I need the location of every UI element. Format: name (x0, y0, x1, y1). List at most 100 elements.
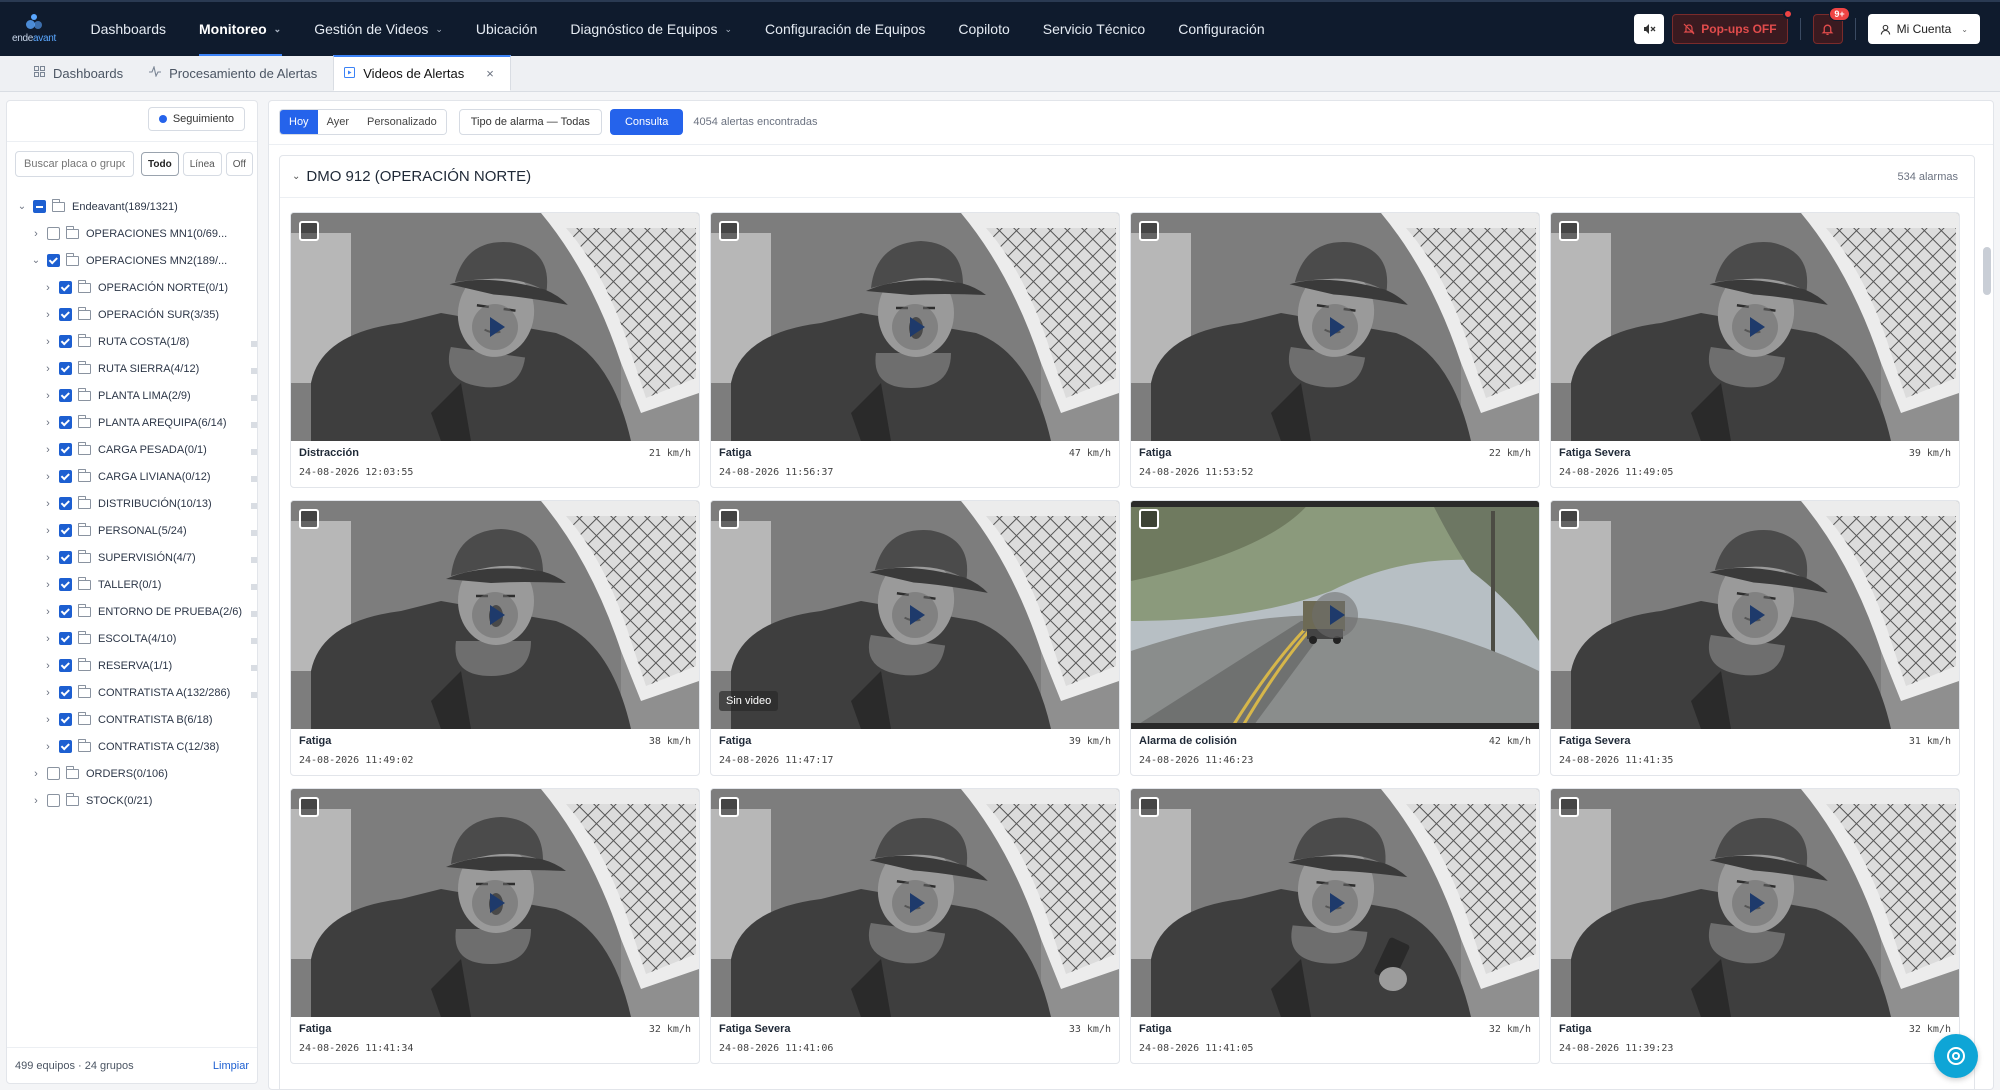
video-thumbnail[interactable] (291, 213, 699, 441)
tree-node-checkbox[interactable] (33, 200, 46, 213)
clear-selection-button[interactable]: Limpiar (213, 1060, 249, 1072)
select-checkbox[interactable] (1139, 797, 1159, 817)
play-icon[interactable] (1312, 880, 1358, 926)
vehicle-search-input[interactable] (15, 151, 134, 177)
tree-node[interactable]: › CONTRATISTA A(132/286) (7, 679, 253, 706)
tree-node-checkbox[interactable] (59, 578, 72, 591)
chevron-right-icon[interactable]: › (43, 498, 53, 510)
play-icon[interactable] (892, 304, 938, 350)
chevron-right-icon[interactable]: › (31, 228, 41, 240)
tree-node-checkbox[interactable] (47, 254, 60, 267)
select-checkbox[interactable] (719, 797, 739, 817)
nav-item-gestion-de-videos[interactable]: Gestión de Videos ⌄ (298, 2, 460, 56)
select-checkbox[interactable] (299, 509, 319, 529)
chevron-right-icon[interactable]: › (43, 390, 53, 402)
select-checkbox[interactable] (719, 509, 739, 529)
tree-node-checkbox[interactable] (47, 767, 60, 780)
alert-video-card[interactable]: Fatiga 32 km/h 24-08-2026 11:41:05 (1130, 788, 1540, 1064)
play-icon[interactable] (1732, 880, 1778, 926)
tree-node-checkbox[interactable] (59, 524, 72, 537)
tree-node-checkbox[interactable] (59, 686, 72, 699)
select-checkbox[interactable] (299, 221, 319, 241)
chevron-right-icon[interactable]: › (43, 417, 53, 429)
tree-node-checkbox[interactable] (59, 605, 72, 618)
select-checkbox[interactable] (1559, 509, 1579, 529)
chevron-right-icon[interactable]: › (43, 633, 53, 645)
alarm-type-select[interactable]: Tipo de alarma — Todas (458, 109, 602, 135)
chevron-right-icon[interactable]: › (43, 579, 53, 591)
filter-todo[interactable]: Todo (141, 152, 179, 176)
video-thumbnail[interactable] (711, 789, 1119, 1017)
tree-node[interactable]: › RESERVA(1/1) (7, 652, 253, 679)
tab-dashboards[interactable]: Dashboards (24, 55, 139, 91)
play-icon[interactable] (892, 880, 938, 926)
chevron-right-icon[interactable]: › (43, 309, 53, 321)
tree-node[interactable]: › PERSONAL(5/24) (7, 517, 253, 544)
tree-node[interactable]: › ORDERS(0/106) (7, 760, 253, 787)
tree-node-checkbox[interactable] (59, 416, 72, 429)
tree-node-checkbox[interactable] (59, 740, 72, 753)
play-icon[interactable] (472, 304, 518, 350)
tree-node-checkbox[interactable] (59, 713, 72, 726)
chevron-right-icon[interactable]: › (43, 471, 53, 483)
alert-video-card[interactable]: Distracción 21 km/h 24-08-2026 12:03:55 (290, 212, 700, 488)
play-icon[interactable] (472, 592, 518, 638)
tree-node-checkbox[interactable] (59, 281, 72, 294)
play-icon[interactable] (1732, 592, 1778, 638)
select-checkbox[interactable] (1559, 221, 1579, 241)
alert-video-card[interactable]: Fatiga Severa 31 km/h 24-08-2026 11:41:35 (1550, 500, 1960, 776)
query-button[interactable]: Consulta (609, 109, 684, 135)
video-thumbnail[interactable] (291, 789, 699, 1017)
tree-node-checkbox[interactable] (59, 551, 72, 564)
close-icon[interactable]: × (486, 66, 494, 81)
alert-video-card[interactable]: Fatiga 32 km/h 24-08-2026 11:41:34 (290, 788, 700, 1064)
chevron-right-icon[interactable]: › (43, 714, 53, 726)
tree-node[interactable]: › PLANTA AREQUIPA(6/14) (7, 409, 253, 436)
chevron-right-icon[interactable]: › (43, 525, 53, 537)
range-hoy[interactable]: Hoy (280, 110, 318, 134)
select-checkbox[interactable] (1139, 221, 1159, 241)
tree-node-checkbox[interactable] (59, 308, 72, 321)
tab-procesamiento-de-alertas[interactable]: Procesamiento de Alertas (139, 55, 333, 91)
chevron-right-icon[interactable]: › (43, 282, 53, 294)
account-menu-button[interactable]: Mi Cuenta ⌄ (1867, 14, 1980, 44)
tree-node[interactable]: › CONTRATISTA B(6/18) (7, 706, 253, 733)
range-ayer[interactable]: Ayer (317, 110, 358, 134)
tree-node[interactable]: › CONTRATISTA C(12/38) (7, 733, 253, 760)
tree-node[interactable]: › RUTA SIERRA(4/12) (7, 355, 253, 382)
tree-node-checkbox[interactable] (59, 470, 72, 483)
nav-item-dashboards[interactable]: Dashboards (74, 2, 183, 56)
video-thumbnail[interactable] (1131, 213, 1539, 441)
chevron-right-icon[interactable]: › (43, 660, 53, 672)
filter-linea[interactable]: Línea (182, 152, 222, 176)
video-thumbnail[interactable]: Sin video (711, 501, 1119, 729)
tree-node-checkbox[interactable] (59, 659, 72, 672)
tree-node[interactable]: › ESCOLTA(4/10) (7, 625, 253, 652)
tree-scrollbar[interactable] (251, 341, 257, 719)
tree-node[interactable]: › RUTA COSTA(1/8) (7, 328, 253, 355)
tree-node[interactable]: › STOCK(0/21) (7, 787, 253, 814)
tree-node[interactable]: › OPERACIÓN NORTE(0/1) (7, 274, 253, 301)
tab-videos-de-alertas[interactable]: Videos de Alertas × (333, 55, 511, 91)
chevron-down-icon[interactable]: ⌄ (31, 255, 41, 266)
group-header[interactable]: ⌄ DMO 912 (OPERACIÓN NORTE) 534 alarmas (280, 156, 1974, 198)
play-icon[interactable] (1732, 304, 1778, 350)
popups-toggle-button[interactable]: Pop-ups OFF (1672, 9, 1793, 44)
tree-node-checkbox[interactable] (59, 335, 72, 348)
tree-node[interactable]: › CARGA LIVIANA(0/12) (7, 463, 253, 490)
select-checkbox[interactable] (719, 221, 739, 241)
tree-node-checkbox[interactable] (59, 497, 72, 510)
range-personalizado[interactable]: Personalizado (357, 110, 446, 134)
tree-node[interactable]: › OPERACIÓN SUR(3/35) (7, 301, 253, 328)
tracking-button[interactable]: Seguimiento (147, 107, 245, 131)
select-checkbox[interactable] (1559, 797, 1579, 817)
alert-video-card[interactable]: Fatiga Severa 33 km/h 24-08-2026 11:41:06 (710, 788, 1120, 1064)
alert-video-card[interactable]: Alarma de colisión 42 km/h 24-08-2026 11:4… (1130, 500, 1540, 776)
chevron-right-icon[interactable]: › (43, 444, 53, 456)
tree-node-checkbox[interactable] (59, 632, 72, 645)
chevron-right-icon[interactable]: › (43, 552, 53, 564)
tree-node[interactable]: › TALLER(0/1) (7, 571, 253, 598)
tree-node[interactable]: › CARGA PESADA(0/1) (7, 436, 253, 463)
chevron-right-icon[interactable]: › (43, 687, 53, 699)
video-thumbnail[interactable] (1551, 213, 1959, 441)
